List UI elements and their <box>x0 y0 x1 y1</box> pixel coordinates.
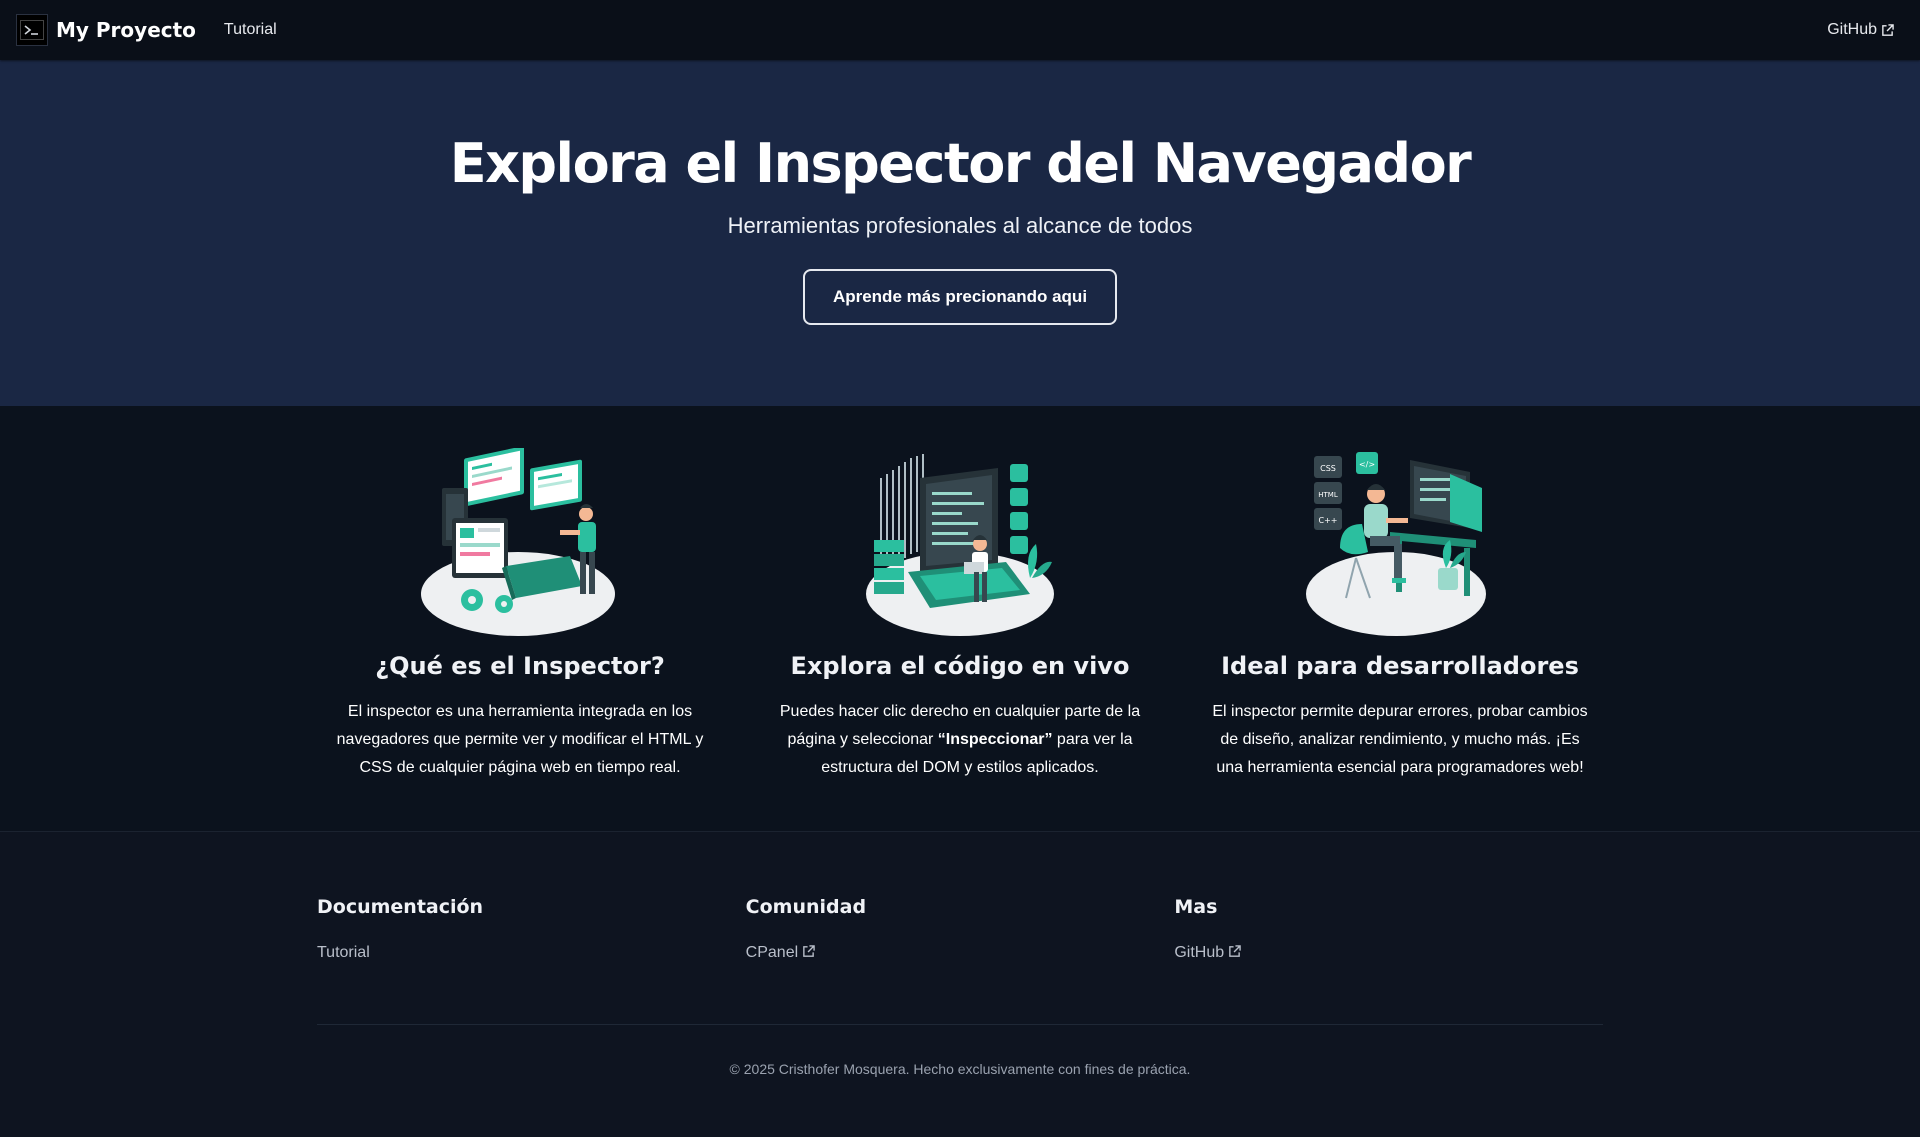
footer-columns: Documentación Tutorial Comunidad CPanel … <box>317 896 1603 962</box>
terminal-logo-icon <box>16 14 48 46</box>
nav-tutorial-link[interactable]: Tutorial <box>224 21 277 39</box>
footer-heading: Comunidad <box>745 896 867 918</box>
feature-card: CSS HTML C++ </> Ideal para desarrollado… <box>1180 448 1620 831</box>
brand-link[interactable]: My Proyecto <box>16 14 196 46</box>
hero-section: Explora el Inspector del Navegador Herra… <box>0 60 1920 406</box>
footer-heading: Documentación <box>317 896 484 918</box>
footer-link-label: CPanel <box>745 944 799 961</box>
svg-text:HTML: HTML <box>1318 491 1338 499</box>
footer-column-more: Mas GitHub <box>1174 896 1603 962</box>
footer-divider <box>317 1024 1603 1025</box>
footer-column-community: Comunidad CPanel <box>746 896 1175 962</box>
feature-text: Puedes hacer clic derecho en cualquier p… <box>770 698 1150 782</box>
footer-column-documentation: Documentación Tutorial <box>317 896 746 962</box>
programmer-desk-illustration-icon: CSS HTML C++ </> <box>1306 452 1486 636</box>
feature-title: Explora el código en vivo <box>790 652 1130 680</box>
navbar: My Proyecto Tutorial GitHub <box>0 0 1920 60</box>
feature-text-bold: “Inspeccionar” <box>937 731 1053 748</box>
feature-card: Explora el código en vivo Puedes hacer c… <box>740 448 1180 831</box>
footer-link-github[interactable]: GitHub <box>1174 944 1241 962</box>
brand-title: My Proyecto <box>56 18 196 42</box>
feature-text: El inspector permite depurar errores, pr… <box>1212 703 1588 776</box>
footer: Documentación Tutorial Comunidad CPanel … <box>0 832 1920 1137</box>
feature-title: ¿Qué es el Inspector? <box>375 652 665 680</box>
svg-text:</>: </> <box>1359 460 1375 469</box>
features-section: ¿Qué es el Inspector? El inspector es un… <box>0 406 1920 832</box>
copyright-text: © 2025 Cristhofer Mosquera. Hecho exclus… <box>729 1061 1191 1077</box>
hero-title: Explora el Inspector del Navegador <box>449 132 1472 195</box>
external-link-icon <box>1882 23 1894 36</box>
footer-heading: Mas <box>1174 896 1218 918</box>
hero-subtitle: Herramientas profesionales al alcance de… <box>727 212 1193 238</box>
svg-text:CSS: CSS <box>1320 464 1336 473</box>
footer-link-cpanel[interactable]: CPanel <box>746 944 815 962</box>
laptop-code-illustration-icon <box>866 454 1054 636</box>
feature-title: Ideal para desarrolladores <box>1221 652 1579 680</box>
learn-more-button[interactable]: Aprende más precionando aqui <box>803 268 1117 325</box>
feature-text: El inspector es una herramienta integrad… <box>336 703 704 776</box>
footer-link-label: GitHub <box>1174 944 1225 961</box>
nav-github-link[interactable]: GitHub <box>1827 21 1894 39</box>
nav-github-label: GitHub <box>1827 21 1877 38</box>
svg-text:C++: C++ <box>1319 516 1338 525</box>
external-link-icon <box>803 945 815 957</box>
footer-link-label: Tutorial <box>317 944 370 961</box>
feature-card: ¿Qué es el Inspector? El inspector es un… <box>300 448 740 831</box>
footer-link-tutorial[interactable]: Tutorial <box>317 944 370 962</box>
external-link-icon <box>1229 945 1241 957</box>
developer-dashboard-illustration-icon <box>421 448 615 636</box>
